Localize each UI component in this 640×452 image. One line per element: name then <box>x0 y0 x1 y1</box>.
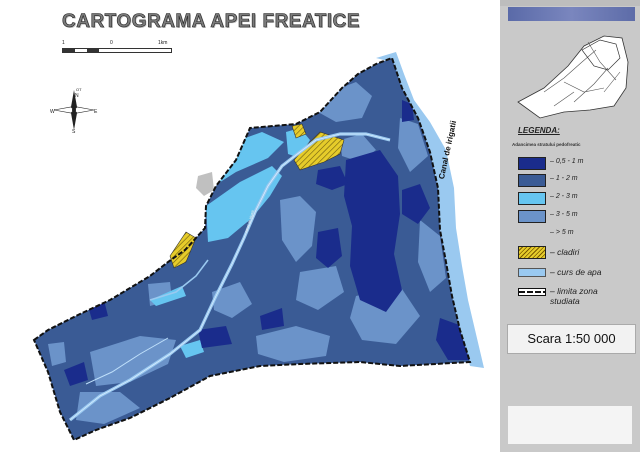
compass-label-w: W <box>50 109 55 115</box>
locator-inset-map <box>517 35 629 119</box>
legend-swatch <box>518 228 544 239</box>
scale-text: Scara 1:50 000 <box>507 324 636 354</box>
legend-swatch <box>518 157 546 170</box>
scale-bar: 1 0 1km <box>62 40 172 58</box>
legend-label: – cladiri <box>550 247 580 257</box>
compass-label-s: S <box>72 129 76 134</box>
legend-label: – 1 - 2 m <box>550 175 578 182</box>
page-title: CARTOGRAMA APEI FREATICE <box>62 11 361 33</box>
outside-patch <box>196 172 214 196</box>
legend-label: – limita zona studiata <box>550 286 598 306</box>
legend-subtitle: Adancimea stratului pedofreatic <box>512 142 581 147</box>
scale-bar-track <box>62 48 172 53</box>
legend-label: – > 5 m <box>550 229 574 236</box>
legend-swatch <box>518 174 546 187</box>
legend-panel: LEGENDA: Adancimea stratului pedofreatic… <box>500 0 640 452</box>
legend-label: – 3 - 5 m <box>550 211 578 218</box>
compass-label-e: E <box>94 109 98 115</box>
page: Canal de irigatii canal de irigatii CART… <box>0 0 640 452</box>
legend-label: – curs de apa <box>550 267 602 277</box>
compass-label-n: N <box>75 93 79 99</box>
header-strip <box>508 7 635 21</box>
compass-label-top: OT <box>76 87 82 92</box>
scale-label-right: 1km <box>158 40 168 46</box>
legend-swatch <box>518 288 546 296</box>
legend-label: – 0,5 - 1 m <box>550 158 584 165</box>
scale-label-left: 1 <box>62 40 65 46</box>
legend-swatch <box>518 246 546 259</box>
legend-label: – 2 - 3 m <box>550 193 578 200</box>
legend-title: LEGENDA: <box>518 126 560 135</box>
scale-label-zero: 0 <box>110 40 113 46</box>
legend-swatch <box>518 268 546 277</box>
legend-swatch <box>518 192 546 205</box>
compass-rose-icon: OT N S W E <box>50 87 98 134</box>
legend-swatch <box>518 210 546 223</box>
blank-box <box>508 406 632 444</box>
